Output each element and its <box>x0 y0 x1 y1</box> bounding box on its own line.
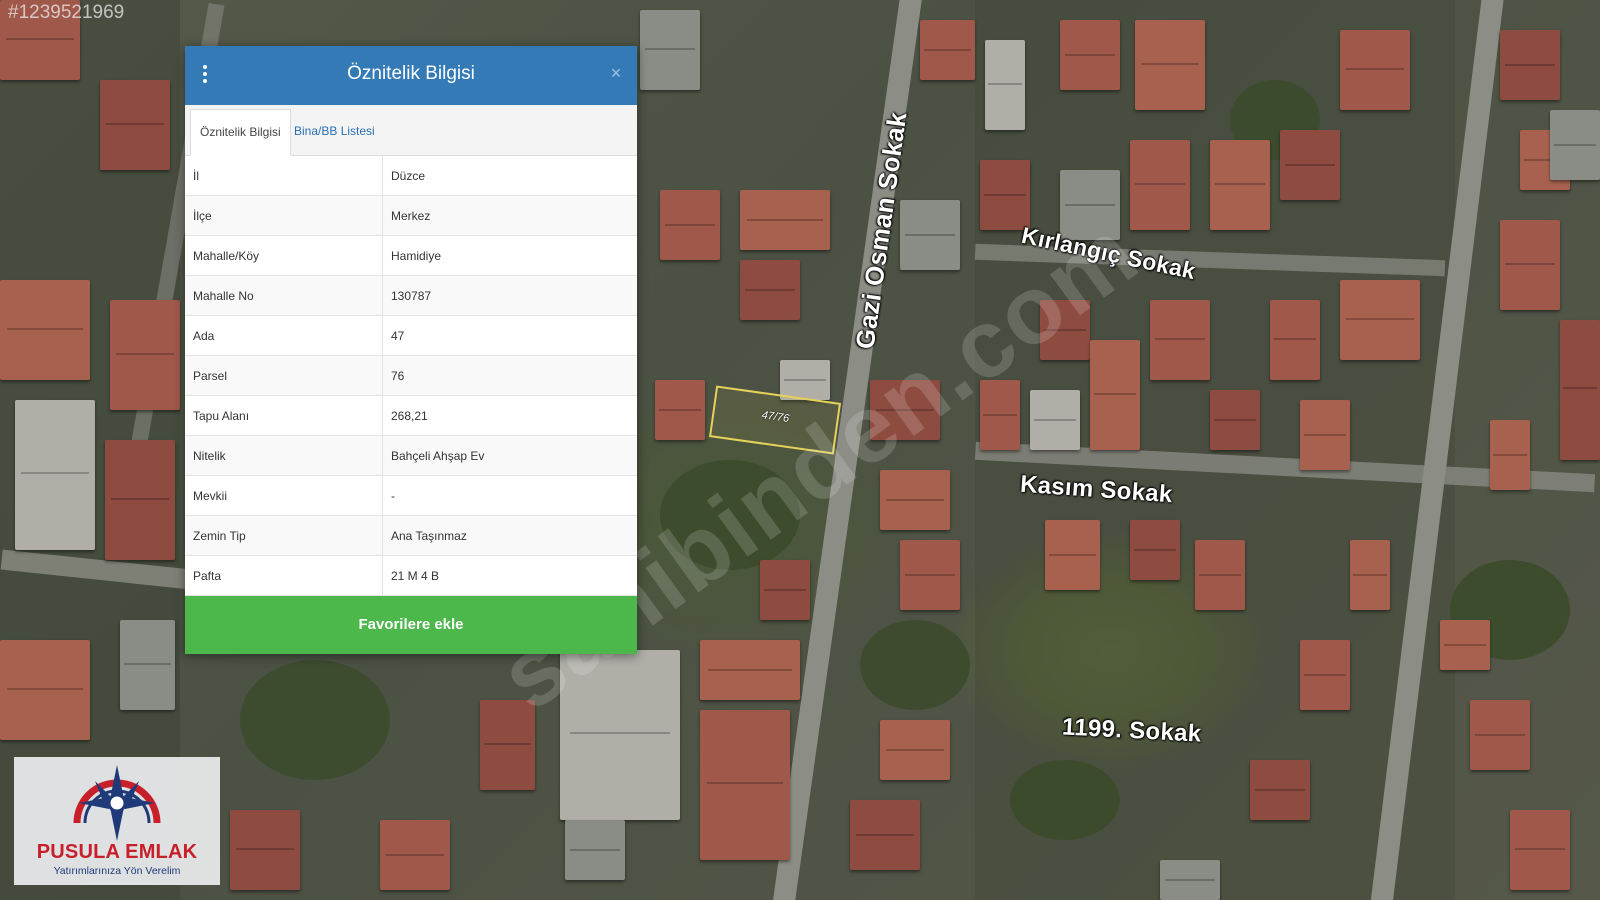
tab-building-list[interactable]: Bina/BB Listesi <box>285 109 384 154</box>
dialog-header: Öznitelik Bilgisi × <box>185 46 637 105</box>
dialog-title: Öznitelik Bilgisi <box>347 63 475 84</box>
table-row: Ada 47 <box>185 315 637 356</box>
table-row: İl Düzce <box>185 156 637 196</box>
attribute-table: İl Düzce İlçe Merkez Mahalle/Köy Hamidiye Maha… <box>185 156 637 596</box>
attribute-value: 130787 <box>382 275 637 316</box>
table-row: Mahalle/Köy Hamidiye <box>185 235 637 276</box>
attribute-key: Tapu Alanı <box>185 395 383 436</box>
attribute-key: Ada <box>185 315 383 356</box>
attribute-key: İlçe <box>185 195 383 236</box>
attribute-value: Düzce <box>382 156 637 196</box>
add-to-favorites-button[interactable]: Favorilere ekle <box>185 596 637 654</box>
close-icon[interactable]: × <box>607 63 625 83</box>
attribute-key: Mahalle No <box>185 275 383 316</box>
attribute-key: Nitelik <box>185 435 383 476</box>
attribute-value: Merkez <box>382 195 637 236</box>
attribute-value: 268,21 <box>382 395 637 436</box>
table-row: Parsel 76 <box>185 355 637 396</box>
attribute-value: 21 M 4 B <box>382 555 637 596</box>
attribute-key: İl <box>185 156 383 196</box>
logo-name: PUSULA EMLAK <box>36 841 198 863</box>
attribute-key: Mevkii <box>185 475 383 516</box>
tab-bar: Öznitelik Bilgisi Bina/BB Listesi <box>185 105 637 156</box>
table-row: Tapu Alanı 268,21 <box>185 395 637 436</box>
attribute-key: Zemin Tip <box>185 515 383 556</box>
attribute-dialog: Öznitelik Bilgisi × Öznitelik Bilgisi Bi… <box>185 46 637 654</box>
table-row: Pafta 21 M 4 B <box>185 555 637 596</box>
table-row: Zemin Tip Ana Taşınmaz <box>185 515 637 556</box>
compass-icon <box>73 765 161 841</box>
ad-id: #1239521969 <box>8 2 125 23</box>
attribute-value: Ana Taşınmaz <box>382 515 637 556</box>
attribute-key: Pafta <box>185 555 383 596</box>
table-row: İlçe Merkez <box>185 195 637 236</box>
attribute-value: Hamidiye <box>382 235 637 276</box>
logo-slogan: Yatırımlarınıza Yön Verelim <box>53 865 181 877</box>
attribute-value: - <box>382 475 637 516</box>
table-row: Nitelik Bahçeli Ahşap Ev <box>185 435 637 476</box>
company-logo: PUSULA EMLAK Yatırımlarınıza Yön Verelim <box>14 757 220 885</box>
tab-attribute-info[interactable]: Öznitelik Bilgisi <box>190 109 291 156</box>
attribute-key: Parsel <box>185 355 383 396</box>
attribute-value: 47 <box>382 315 637 356</box>
table-row: Mahalle No 130787 <box>185 275 637 316</box>
attribute-value: Bahçeli Ahşap Ev <box>382 435 637 476</box>
attribute-value: 76 <box>382 355 637 396</box>
table-row: Mevkii - <box>185 475 637 516</box>
attribute-key: Mahalle/Köy <box>185 235 383 276</box>
